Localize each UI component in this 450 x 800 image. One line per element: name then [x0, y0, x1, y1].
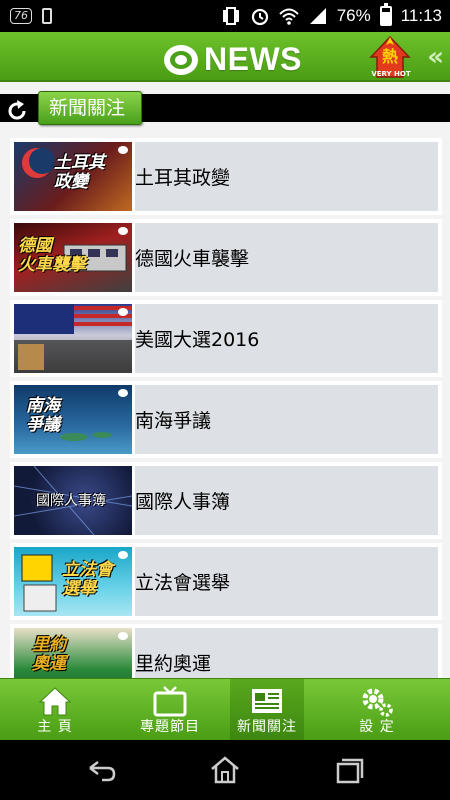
topic-thumbnail: 土耳其 政變: [14, 142, 132, 211]
ballot-box-icon: [21, 554, 57, 612]
back-icon[interactable]: [84, 754, 118, 786]
islands-icon: [60, 432, 112, 441]
double-chevron-left-icon[interactable]: «: [427, 42, 444, 72]
thumb-title: 國際人事簿: [36, 493, 106, 509]
hot-char: 熱: [381, 47, 398, 66]
topic-list[interactable]: 土耳其 政變 土耳其政變 德國 火車襲擊 德國火車襲擊 美國大選2016 南海 …: [10, 138, 442, 705]
vibrate-icon: [222, 7, 239, 25]
nav-label: 主 頁: [37, 719, 73, 735]
list-item[interactable]: 立法會 選舉 立法會選舉: [10, 543, 442, 620]
tvb-logo-icon: [164, 44, 198, 75]
list-item[interactable]: 美國大選2016: [10, 300, 442, 377]
battery-percent: 76%: [336, 6, 371, 25]
nav-programs[interactable]: 專題節目: [110, 679, 230, 741]
hot-label: VERY HOT: [371, 70, 411, 78]
topic-label: 南海爭議: [135, 410, 212, 432]
logo-text: NEWS: [204, 41, 302, 77]
topic-label: 里約奧運: [135, 653, 212, 675]
home-icon: [38, 687, 72, 716]
topic-label-box[interactable]: 南海爭議: [135, 385, 438, 454]
status-bar: 76 76% 11:13: [0, 0, 450, 32]
section-title: 新聞關注: [38, 91, 143, 125]
tv-icon: [153, 686, 187, 717]
nav-label: 新聞關注: [237, 719, 297, 735]
app-screen: 76 76% 11:13 NEWS 熱 VERY HOT « 新聞關注 土耳其 …: [0, 0, 450, 800]
nav-settings[interactable]: 設 定: [304, 679, 450, 741]
signal-icon: [309, 8, 326, 24]
nav-label: 專題節目: [140, 719, 200, 735]
phone-icon: [42, 8, 52, 24]
recent-apps-icon[interactable]: [332, 754, 366, 786]
tvb-mini-logo: [118, 389, 128, 397]
clock: 11:13: [400, 6, 442, 25]
topic-label-box[interactable]: 美國大選2016: [135, 304, 438, 373]
tvb-mini-logo: [118, 551, 128, 559]
topic-label-box[interactable]: 國際人事簿: [135, 466, 438, 535]
list-item[interactable]: 南海 爭議 南海爭議: [10, 381, 442, 458]
nav-news-focus[interactable]: 新聞關注: [230, 679, 304, 741]
topic-label-box[interactable]: 立法會選舉: [135, 547, 438, 616]
alarm-icon: [251, 8, 268, 26]
tvb-news-logo: NEWS: [164, 41, 302, 78]
topic-thumbnail: 德國 火車襲擊: [14, 223, 132, 292]
topic-label-box[interactable]: 德國火車襲擊: [135, 223, 438, 292]
list-item[interactable]: 國際人事簿 國際人事簿: [10, 462, 442, 539]
wifi-icon: [278, 8, 299, 25]
topic-label: 立法會選舉: [135, 572, 231, 594]
nav-label: 設 定: [359, 719, 395, 735]
topic-label: 德國火車襲擊: [135, 248, 250, 270]
tvb-mini-logo: [118, 227, 128, 235]
list-item[interactable]: 德國 火車襲擊 德國火車襲擊: [10, 219, 442, 296]
topic-thumbnail: 國際人事簿: [14, 466, 132, 535]
topic-thumbnail: 立法會 選舉: [14, 547, 132, 616]
thumb-title: 立法會 選舉: [62, 560, 113, 599]
tvb-mini-logo: [118, 146, 128, 154]
crescent-icon: [22, 148, 54, 178]
home-nav-icon[interactable]: [208, 754, 242, 786]
topic-thumbnail: [14, 304, 132, 373]
tvb-mini-logo: [118, 308, 128, 316]
thumb-title: 土耳其 政變: [54, 153, 105, 192]
topic-label: 土耳其政變: [135, 167, 231, 189]
nav-home[interactable]: 主 頁: [0, 679, 110, 741]
topic-label: 美國大選2016: [135, 329, 260, 351]
thumb-title: 南海 爭議: [26, 396, 60, 435]
topic-label-box[interactable]: 土耳其政變: [135, 142, 438, 211]
battery-icon: [379, 3, 392, 26]
us-flag-icon: [14, 304, 132, 373]
system-nav-bar: [0, 740, 450, 800]
topic-label: 國際人事簿: [135, 491, 231, 513]
topic-thumbnail: 南海 爭議: [14, 385, 132, 454]
tvb-mini-logo: [118, 632, 128, 640]
thumb-title: 里約 奧運: [32, 635, 66, 674]
notification-badge: 76: [10, 8, 32, 24]
refresh-icon[interactable]: [5, 99, 29, 123]
newspaper-icon: [252, 689, 282, 713]
app-header: NEWS 熱 VERY HOT «: [0, 32, 450, 82]
gear-icon: [362, 688, 393, 717]
section-header: 新聞關注: [0, 84, 450, 130]
thumb-title: 德國 火車襲擊: [18, 236, 86, 275]
bottom-nav: 主 頁 專題節目 新聞關注 設 定: [0, 678, 450, 741]
list-item[interactable]: 土耳其 政變 土耳其政變: [10, 138, 442, 215]
